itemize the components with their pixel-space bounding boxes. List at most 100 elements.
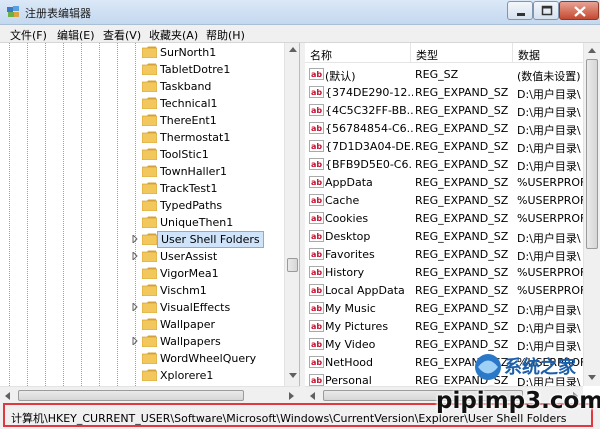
scroll-down-icon[interactable] (289, 373, 297, 378)
value-name: {56784854-C6... (325, 122, 413, 135)
value-type: REG_EXPAND_SZ (415, 86, 509, 99)
scroll-left-icon[interactable] (5, 392, 10, 400)
expand-arrow-icon[interactable] (131, 252, 139, 260)
tree-item-label: TabletDotre1 (160, 63, 231, 76)
tree-item[interactable]: TrackTest1 (130, 180, 290, 197)
tree-item-label: TypedPaths (160, 199, 223, 212)
svg-text:ab: ab (311, 160, 322, 169)
value-row[interactable]: ab {4C5C32FF-BB... REG_EXPAND_SZ D:\用户目录\ (305, 101, 585, 119)
value-type: REG_EXPAND_SZ (415, 302, 509, 315)
expand-arrow-icon[interactable] (131, 337, 139, 345)
value-row[interactable]: ab AppData REG_EXPAND_SZ %USERPROF (305, 173, 585, 191)
menu-view[interactable]: 查看(V) (103, 27, 141, 43)
tree-item-label: Wallpapers (160, 335, 221, 348)
tree-item[interactable]: TypedPaths (130, 197, 290, 214)
string-value-icon: ab (309, 86, 324, 98)
scroll-up-icon[interactable] (289, 47, 297, 52)
menu-favorites[interactable]: 收藏夹(A) (149, 27, 198, 43)
tree-item[interactable]: Taskband (130, 78, 290, 95)
minimize-button[interactable] (507, 1, 533, 20)
tree-item[interactable]: Xplorere1 (130, 367, 290, 384)
values-vertical-scrollbar[interactable] (583, 43, 600, 386)
value-row[interactable]: ab {374DE290-12... REG_EXPAND_SZ D:\用户目录\ (305, 83, 585, 101)
column-header-data[interactable]: 数据 (513, 43, 593, 63)
value-row[interactable]: ab Favorites REG_EXPAND_SZ D:\用户目录\ (305, 245, 585, 263)
tree-item[interactable]: SurNorth1 (130, 44, 290, 61)
tree-item[interactable]: VigorMea1 (130, 265, 290, 282)
svg-text:ab: ab (311, 142, 322, 151)
scroll-up-icon[interactable] (588, 48, 596, 53)
value-name: {BFB9D5E0-C6... (325, 158, 413, 171)
expand-arrow-icon[interactable] (131, 303, 139, 311)
tree-item[interactable]: UserAssist (130, 248, 290, 265)
value-row[interactable]: ab History REG_EXPAND_SZ %USERPROF (305, 263, 585, 281)
maximize-button[interactable] (533, 1, 559, 20)
string-value-icon: ab (309, 338, 324, 350)
value-row[interactable]: ab {BFB9D5E0-C6... REG_EXPAND_SZ D:\用户目录\ (305, 155, 585, 173)
values-vertical-scroll-thumb[interactable] (586, 59, 598, 249)
value-data: D:\用户目录\ (517, 304, 581, 317)
string-value-icon: ab (309, 194, 324, 206)
column-header-name[interactable]: 名称 (305, 43, 411, 63)
string-value-icon: ab (309, 140, 324, 152)
value-row[interactable]: ab Cache REG_EXPAND_SZ %USERPROF (305, 191, 585, 209)
tree-item-label: TrackTest1 (160, 182, 218, 195)
value-data: D:\用户目录\ (517, 124, 581, 137)
scroll-left-icon[interactable] (310, 392, 315, 400)
tree-item[interactable]: Vischm1 (130, 282, 290, 299)
value-row[interactable]: ab Local AppData REG_EXPAND_SZ %USERPROF (305, 281, 585, 299)
svg-text:ab: ab (311, 124, 322, 133)
tree-item[interactable]: ThereEnt1 (130, 112, 290, 129)
folder-icon (141, 301, 158, 314)
tree-guide-line (9, 43, 10, 386)
tree-item[interactable]: ToolStic1 (130, 146, 290, 163)
string-value-icon: ab (309, 212, 324, 224)
tree-horizontal-scrollbar[interactable] (0, 386, 300, 403)
values-list[interactable]: 名称 类型 数据 ab (默认) REG_SZ (数值未设置) ab {374DE290-… (305, 43, 600, 403)
value-row[interactable]: ab {7D1D3A04-DE... REG_EXPAND_SZ D:\用户目录\ (305, 137, 585, 155)
value-row[interactable]: ab {56784854-C6... REG_EXPAND_SZ D:\用户目录\ (305, 119, 585, 137)
tree-item[interactable]: UniqueThen1 (130, 214, 290, 231)
tree-guide-line (63, 43, 64, 386)
tree-vertical-scroll-thumb[interactable] (287, 258, 298, 272)
value-data: (数值未设置) (517, 70, 581, 83)
tree-item-label: Taskband (160, 80, 212, 93)
string-value-icon: ab (309, 68, 324, 80)
tree-item[interactable]: TabletDotre1 (130, 61, 290, 78)
tree-item[interactable]: TownHaller1 (130, 163, 290, 180)
menu-file[interactable]: 文件(F) (10, 27, 47, 43)
menu-edit[interactable]: 编辑(E) (57, 27, 95, 43)
tree-horizontal-scroll-thumb[interactable] (18, 390, 244, 401)
value-name: Cookies (325, 212, 369, 225)
close-button[interactable] (559, 1, 599, 20)
value-data: %USERPROF (517, 284, 585, 297)
tree-item[interactable]: WordWheelQuery (130, 350, 290, 367)
value-name: Favorites (325, 248, 375, 261)
value-row[interactable]: ab Cookies REG_EXPAND_SZ %USERPROF (305, 209, 585, 227)
tree-item[interactable]: VisualEffects (130, 299, 290, 316)
value-row[interactable]: ab (默认) REG_SZ (数值未设置) (305, 65, 585, 83)
tree-vertical-scrollbar[interactable] (284, 43, 299, 386)
tree-item[interactable]: Technical1 (130, 95, 290, 112)
value-name: NetHood (325, 356, 374, 369)
tree-item[interactable]: User Shell Folders (130, 231, 290, 248)
scroll-right-icon[interactable] (289, 392, 294, 400)
registry-tree[interactable]: SurNorth1 TabletDotre1 Taskband Technical1 T… (0, 43, 300, 386)
tree-guide-line (117, 43, 118, 386)
folder-icon (141, 352, 158, 365)
tree-item-label: Wallpaper (160, 318, 216, 331)
value-row[interactable]: ab My Music REG_EXPAND_SZ D:\用户目录\ (305, 299, 585, 317)
column-header-type[interactable]: 类型 (411, 43, 513, 63)
title-bar[interactable]: 注册表编辑器 (0, 0, 600, 25)
expand-arrow-icon[interactable] (131, 235, 139, 243)
tree-item[interactable]: Thermostat1 (130, 129, 290, 146)
value-type: REG_EXPAND_SZ (415, 266, 509, 279)
value-row[interactable]: ab Desktop REG_EXPAND_SZ D:\用户目录\ (305, 227, 585, 245)
tree-item-label: Thermostat1 (160, 131, 231, 144)
value-row[interactable]: ab My Pictures REG_EXPAND_SZ D:\用户目录\ (305, 317, 585, 335)
tree-item[interactable]: Wallpaper (130, 316, 290, 333)
tree-item[interactable]: Wallpapers (130, 333, 290, 350)
string-value-icon: ab (309, 320, 324, 332)
value-data: %USERPROF (517, 176, 585, 189)
menu-help[interactable]: 帮助(H) (206, 27, 245, 43)
